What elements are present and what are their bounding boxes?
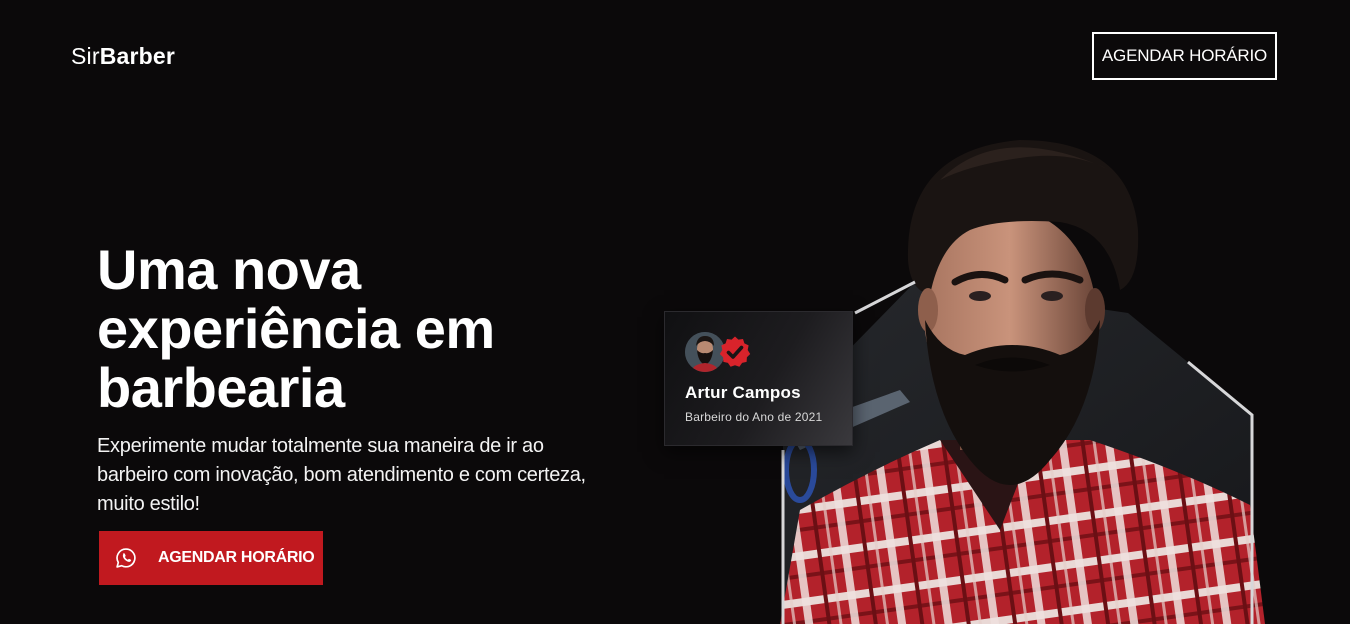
site-header: SirBarber AGENDAR HORÁRIO	[0, 0, 1350, 110]
hero-title-line: barbearia	[97, 356, 345, 419]
barber-award: Barbeiro do Ano de 2021	[685, 410, 823, 424]
whatsapp-icon	[116, 548, 136, 568]
logo-light-text: Sir	[71, 43, 100, 69]
hero-title: Uma nova experiência em barbearia	[97, 240, 617, 417]
barber-name: Artur Campos	[685, 383, 801, 402]
logo-bold-text: Barber	[99, 43, 176, 69]
hero-subtitle: Experimente mudar totalmente sua maneira…	[97, 435, 586, 515]
landing-page: SirBarber AGENDAR HORÁRIO Uma nova exper…	[0, 0, 1350, 624]
verified-check-icon	[719, 336, 751, 367]
hero-title-line: experiência em	[97, 297, 495, 360]
hero-title-line: Uma nova	[97, 238, 361, 301]
brand-logo[interactable]: SirBarber	[71, 42, 175, 70]
header-schedule-button[interactable]: AGENDAR HORÁRIO	[1092, 32, 1277, 80]
barber-badge-card: Artur Campos Barbeiro do Ano de 2021	[664, 311, 853, 446]
hero-cta-label: AGENDAR HORÁRIO	[158, 549, 315, 566]
hero-schedule-button[interactable]: AGENDAR HORÁRIO	[99, 531, 323, 585]
